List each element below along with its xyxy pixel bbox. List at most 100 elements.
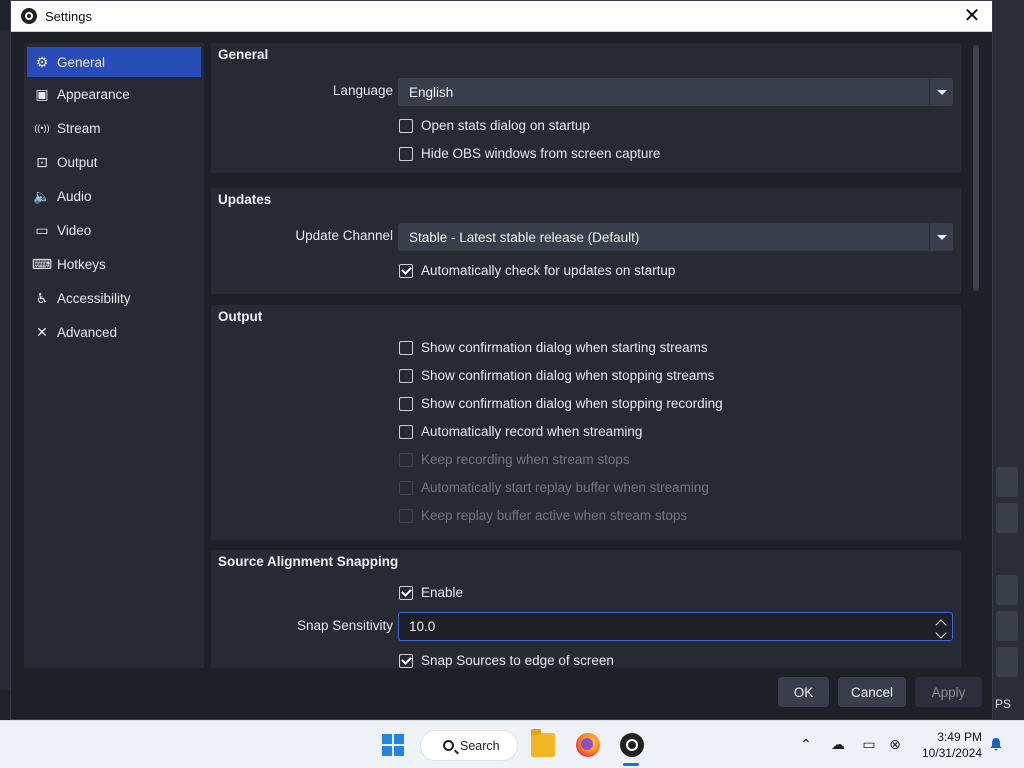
checkbox-label: Automatically start replay buffer when s…: [421, 480, 709, 495]
snap-edge-checkbox[interactable]: Snap Sources to edge of screen: [399, 653, 614, 668]
background-panel-button[interactable]: [996, 575, 1018, 605]
checkbox-box[interactable]: [399, 118, 413, 133]
sidebar-item-audio[interactable]: 🔈 Audio: [24, 179, 204, 213]
output-option-checkbox-disabled: Keep replay buffer active when stream st…: [399, 508, 687, 523]
sidebar-item-label: Video: [57, 222, 92, 238]
file-explorer-icon[interactable]: [531, 729, 555, 757]
checkbox-box[interactable]: [399, 146, 413, 161]
checkbox-box[interactable]: [399, 653, 413, 668]
search-label: Search: [460, 738, 500, 753]
output-option-checkbox[interactable]: Show confirmation dialog when starting s…: [399, 340, 708, 355]
language-select[interactable]: English: [398, 78, 953, 106]
active-app-indicator: [623, 763, 639, 766]
clock-time: 3:49 PM: [937, 730, 982, 744]
checkbox-label: Snap Sources to edge of screen: [421, 653, 614, 668]
title-bar: Settings ✕: [11, 1, 992, 32]
output-option-checkbox[interactable]: Show confirmation dialog when stopping s…: [399, 368, 714, 383]
display-icon[interactable]: ▭: [861, 737, 877, 751]
checkbox-box[interactable]: [399, 585, 413, 600]
audio-icon: 🔈: [33, 187, 51, 204]
background-panel-button[interactable]: [996, 647, 1018, 677]
auto-check-updates-checkbox[interactable]: Automatically check for updates on start…: [399, 263, 675, 278]
checkbox-box: [399, 480, 413, 495]
stream-icon: ((•)): [34, 123, 50, 133]
sidebar-item-video[interactable]: ▭ Video: [24, 213, 204, 247]
checkbox-box[interactable]: [399, 340, 413, 355]
obs-taskbar-icon[interactable]: [620, 733, 644, 757]
checkbox-box[interactable]: [399, 368, 413, 383]
checkbox-box[interactable]: [399, 263, 413, 278]
start-icon[interactable]: [382, 734, 404, 756]
scrollbar-thumb[interactable]: [973, 45, 979, 291]
sidebar-item-label: Accessibility: [57, 290, 131, 306]
video-icon: ▭: [35, 221, 49, 238]
ok-button[interactable]: OK: [778, 677, 829, 707]
spin-buttons[interactable]: [930, 613, 952, 640]
snap-enable-checkbox[interactable]: Enable: [399, 585, 463, 600]
output-icon: ⊡: [36, 153, 48, 170]
gear-icon: ⚙: [35, 53, 49, 70]
chevron-up-icon[interactable]: ⌃: [798, 737, 814, 751]
background-panel-button[interactable]: [996, 611, 1018, 641]
sidebar-item-label: Stream: [57, 120, 101, 136]
group-title: Updates: [218, 192, 272, 207]
sidebar-item-stream[interactable]: ((•)) Stream: [24, 111, 204, 145]
apply-button: Apply: [915, 677, 982, 707]
group-title: General: [218, 47, 269, 62]
language-label: Language: [332, 83, 393, 98]
background-panel-button[interactable]: [996, 467, 1018, 497]
sidebar-item-label: Output: [57, 154, 98, 170]
firefox-icon[interactable]: [576, 733, 600, 757]
checkbox-label: Show confirmation dialog when starting s…: [421, 340, 708, 355]
content-scrollbar[interactable]: [970, 45, 982, 668]
output-option-checkbox[interactable]: Automatically record when streaming: [399, 424, 642, 439]
output-group: Output Show confirmation dialog when sta…: [211, 305, 961, 540]
checkbox-label: Keep replay buffer active when stream st…: [421, 508, 688, 523]
checkbox-box[interactable]: [399, 396, 413, 411]
group-title: Output: [218, 309, 263, 324]
windows-taskbar: Search ⌃ ☁ ▭ ⊗ 3:49 PM 10/31/2024: [0, 720, 1024, 768]
chevron-down-icon[interactable]: [929, 223, 953, 251]
background-panel-button[interactable]: [996, 503, 1018, 533]
chevron-down-icon[interactable]: [929, 78, 953, 106]
output-option-checkbox-disabled: Automatically start replay buffer when s…: [399, 480, 709, 495]
hide-obs-checkbox[interactable]: Hide OBS windows from screen capture: [399, 146, 660, 161]
cancel-button[interactable]: Cancel: [838, 677, 906, 707]
sidebar-item-hotkeys[interactable]: ⌨ Hotkeys: [24, 247, 204, 281]
checkbox-label: Enable: [421, 585, 464, 600]
close-icon[interactable]: ✕: [960, 5, 984, 27]
sidebar-item-output[interactable]: ⊡ Output: [24, 145, 204, 179]
clock-date: 10/31/2024: [921, 746, 982, 760]
sidebar-item-label: Hotkeys: [57, 256, 106, 272]
snap-sensitivity-value: 10.0: [409, 619, 436, 634]
search-icon: [443, 740, 454, 751]
sidebar-item-general[interactable]: ⚙ General: [27, 47, 201, 77]
chevron-down-icon[interactable]: [935, 626, 947, 639]
cloud-offline-icon[interactable]: ☁: [830, 737, 846, 751]
settings-sidebar: ⚙ General ▣ Appearance ((•)) Stream ⊡ Ou…: [24, 43, 204, 668]
window-title: Settings: [45, 8, 92, 24]
checkbox-label: Automatically record when streaming: [421, 424, 643, 439]
update-channel-select[interactable]: Stable - Latest stable release (Default): [398, 223, 953, 251]
sidebar-item-appearance[interactable]: ▣ Appearance: [24, 77, 204, 111]
network-icon[interactable]: ⊗: [887, 737, 903, 751]
output-option-checkbox[interactable]: Show confirmation dialog when stopping r…: [399, 396, 723, 411]
settings-dialog: Settings ✕ ⚙ General ▣ Appearance ((•)) …: [10, 0, 993, 720]
open-stats-checkbox[interactable]: Open stats dialog on startup: [399, 118, 590, 133]
accessibility-icon: ♿: [35, 289, 49, 306]
sidebar-item-label: Appearance: [57, 86, 130, 102]
updates-group: Updates Update Channel Stable - Latest s…: [211, 188, 961, 294]
taskbar-search[interactable]: Search: [420, 730, 518, 761]
sidebar-item-accessibility[interactable]: ♿ Accessibility: [24, 281, 204, 315]
checkbox-label: Automatically check for updates on start…: [421, 263, 676, 278]
background-right-panel: [993, 0, 1024, 720]
snap-sensitivity-spinbox[interactable]: 10.0: [398, 612, 953, 641]
obs-logo-icon: [21, 8, 37, 24]
sidebar-item-advanced[interactable]: ✕ Advanced: [24, 315, 204, 349]
keyboard-icon: ⌨: [31, 255, 53, 272]
checkbox-label: Open stats dialog on startup: [421, 118, 590, 133]
checkbox-box[interactable]: [399, 424, 413, 439]
system-clock[interactable]: 3:49 PM 10/31/2024: [916, 729, 982, 761]
notification-bell-icon[interactable]: [989, 737, 1003, 751]
output-option-checkbox-disabled: Keep recording when stream stops: [399, 452, 630, 467]
